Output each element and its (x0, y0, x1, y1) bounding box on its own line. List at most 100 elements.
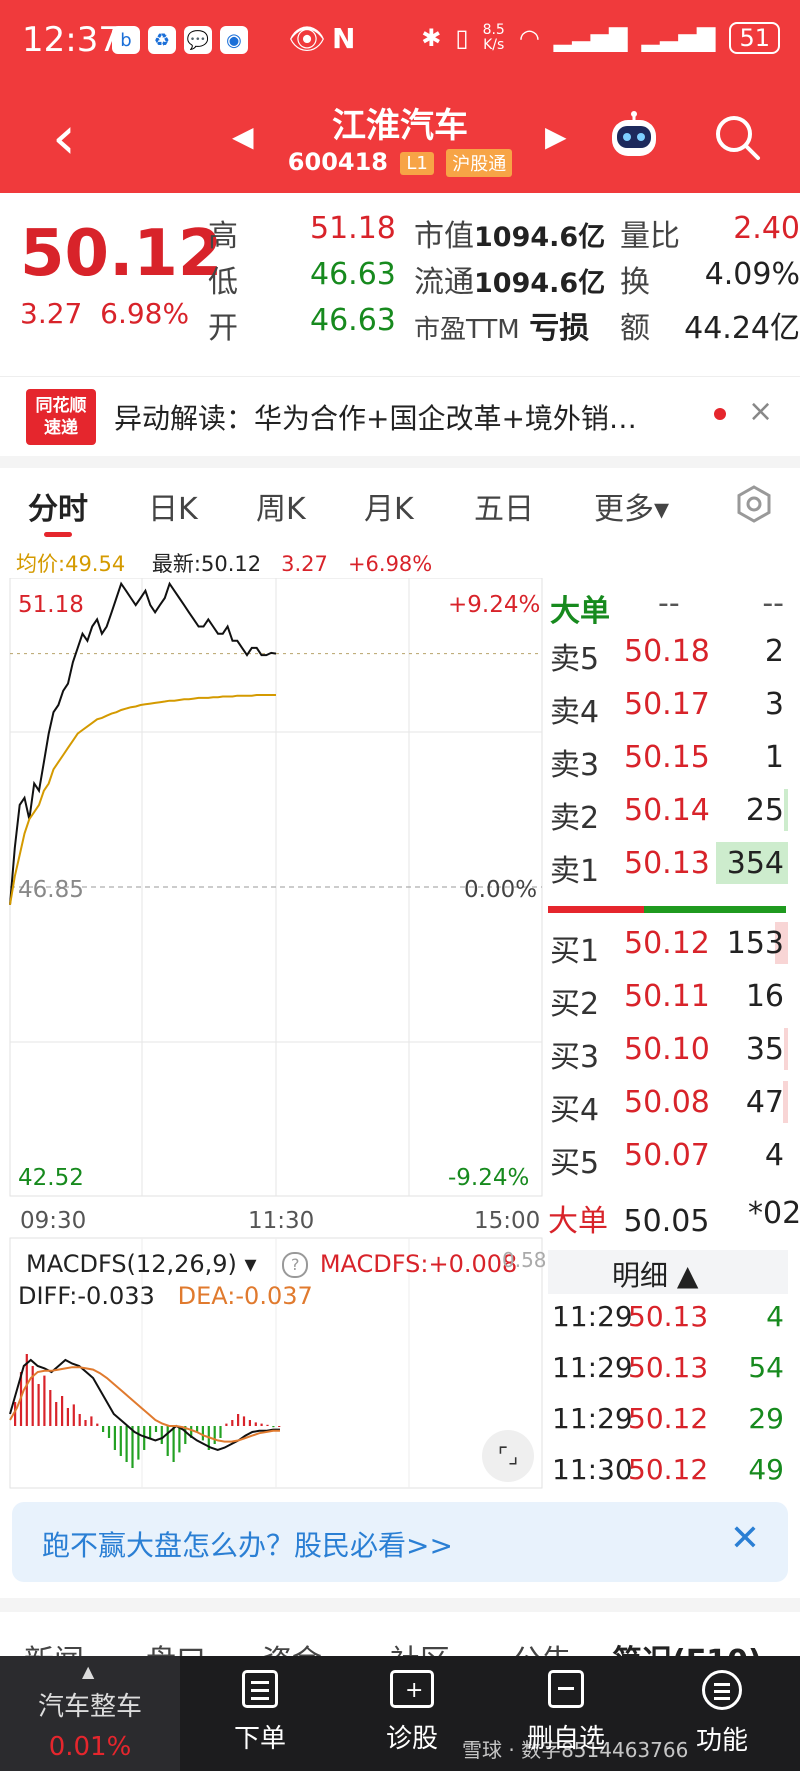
bid-row[interactable]: 买5 50.07 4 (548, 1130, 788, 1181)
float-label: 流通 (414, 265, 474, 300)
book-price: 50.15 (624, 740, 710, 775)
remove-icon (548, 1670, 584, 1708)
order-label: 下单 (233, 1724, 286, 1754)
promo-text[interactable]: 跑不赢大盘怎么办？股民必看>> (42, 1524, 453, 1564)
book-volume: 35 (745, 1032, 784, 1067)
tab-f10[interactable]: 简况(F10) (612, 1636, 762, 1656)
book-price: 50.13 (624, 846, 710, 881)
mktcap-value: 1094.6亿 (474, 222, 606, 253)
connect-tag: 沪股通 (446, 149, 513, 177)
order-book-header[interactable]: 大单 -- -- (548, 578, 788, 629)
macd-bar (49, 1390, 52, 1426)
book-volume: 47 (745, 1085, 784, 1120)
ask-row[interactable]: 卖3 50.15 1 (548, 732, 788, 783)
ask-row[interactable]: 卖1 50.13 354 (548, 838, 788, 889)
dea-value: DEA:-0.037 (177, 1282, 313, 1310)
notification-icons: b ♻ 💬 ◉ (112, 26, 248, 54)
expand-chart-button[interactable]: ⌜⌟ (482, 1430, 534, 1482)
sector-name: 汽车整车 (37, 1692, 142, 1722)
tab-weekly[interactable]: 周K (256, 484, 306, 528)
price-change: 3.27 6.98% (20, 297, 189, 330)
detail-header[interactable]: 明细 ▲ (548, 1250, 788, 1294)
bid-row[interactable]: 买2 50.11 16 (548, 971, 788, 1022)
stock-name: 江淮汽车 (332, 106, 468, 146)
next-stock-arrow-icon[interactable]: ▶ (545, 120, 567, 153)
big-order-suffix: *02 (748, 1196, 800, 1231)
info-change: 3.27 (281, 552, 328, 576)
book-volume: 2 (764, 634, 784, 669)
watermark: 雪球 · 数字8514463766 (462, 1738, 689, 1762)
news-ticker[interactable]: 同花顺 速递 异动解读：华为合作+国企改革+境外销… (0, 376, 800, 457)
book-divider-green (644, 906, 786, 913)
intraday-chart[interactable] (0, 578, 548, 1498)
promo-banner[interactable]: 跑不赢大盘怎么办？股民必看>> ✕ (12, 1502, 788, 1582)
nfc-icon: N (332, 22, 356, 55)
bid-row[interactable]: 买3 50.10 35 (548, 1024, 788, 1075)
sector-change: 0.01% (48, 1732, 132, 1762)
vol-ratio-label: 量比 (620, 219, 680, 254)
ask-row[interactable]: 卖4 50.17 3 (548, 679, 788, 730)
book-label: 卖1 (550, 854, 600, 889)
open-value: 46.63 (310, 303, 396, 338)
level-tag: L1 (400, 151, 434, 175)
change-pct: 6.98% (100, 297, 190, 330)
trade-volume: 4 (766, 1300, 784, 1333)
order-button[interactable]: 下单 (210, 1670, 310, 1755)
chart-settings-icon[interactable] (734, 484, 774, 524)
macd-bar (178, 1426, 181, 1453)
macd-bar (137, 1426, 140, 1460)
macd-bar (260, 1423, 263, 1426)
tab-five-day[interactable]: 五日 (474, 484, 534, 528)
ask-row[interactable]: 卖2 50.14 25 (548, 785, 788, 836)
chart-info-line: 均价:49.54 最新:50.12 3.27 +6.98% (16, 548, 432, 578)
robot-assistant-icon[interactable] (606, 110, 662, 162)
tab-monthly[interactable]: 月K (364, 484, 414, 528)
book-volume: 16 (745, 979, 784, 1014)
macd-bar (225, 1423, 228, 1426)
tab-news[interactable]: 新闻 (24, 1636, 84, 1656)
vol-ratio-value: 2.40 (733, 211, 800, 246)
status-bar: 12:37 b ♻ 💬 ◉ 👁 N ✱ ▯ 8.5 K/s ◠ ▂▃▅▇ ▂▃▅… (0, 0, 800, 90)
tab-daily[interactable]: 日K (148, 484, 198, 528)
diff-value: DIFF:-0.033 (18, 1282, 155, 1310)
search-icon[interactable] (712, 112, 762, 162)
book-label: 卖2 (550, 801, 600, 836)
bid-row[interactable]: 买4 50.08 47 (548, 1077, 788, 1128)
eye-icon: 👁 (288, 22, 327, 57)
tab-intraday[interactable]: 分时 (28, 484, 88, 528)
tab-orderbook[interactable]: 盘口 (146, 1636, 206, 1656)
help-icon[interactable]: ? (282, 1252, 309, 1278)
macd-bar (84, 1420, 87, 1426)
diagnose-button[interactable]: + 诊股 (362, 1670, 462, 1755)
book-divider-red (548, 906, 644, 913)
stock-header: ‹ ◀ 江淮汽车 600418 L1 沪股通 ▶ (0, 90, 800, 193)
news-close-icon[interactable]: × (748, 394, 773, 429)
turnover-label: 换 (620, 265, 650, 300)
book-price: -- (658, 586, 680, 621)
vibrate-icon: ▯ (455, 24, 469, 52)
sector-panel[interactable]: ▲ 汽车整车 0.01% (0, 1656, 180, 1771)
big-order-row[interactable]: 大单 50.05 *02 (548, 1196, 800, 1240)
book-label: 买1 (550, 934, 600, 969)
promo-close-icon[interactable]: ✕ (730, 1518, 760, 1559)
x-tick-mid: 11:30 (248, 1208, 315, 1234)
tab-more[interactable]: 更多▾ (594, 484, 669, 528)
macd-bar (278, 1426, 281, 1427)
ask-row[interactable]: 卖5 50.18 2 (548, 626, 788, 677)
tab-community[interactable]: 社区 (390, 1636, 450, 1656)
bid-row[interactable]: 买1 50.12 153 (548, 918, 788, 969)
macd-header[interactable]: MACDFS(12,26,9) ▾ ? MACDFS:+0.008 (26, 1250, 517, 1278)
news-text[interactable]: 异动解读：华为合作+国企改革+境外销… (114, 397, 637, 437)
book-volume: 354 (726, 846, 784, 881)
macd-bar (166, 1426, 169, 1456)
price-line (9, 581, 277, 905)
tab-announcements[interactable]: 公告 (512, 1636, 572, 1656)
detail-title: 明细 ▲ (612, 1259, 699, 1292)
macd-bar (272, 1426, 275, 1428)
tab-funds[interactable]: 资金 (262, 1636, 322, 1656)
macd-bar (61, 1396, 64, 1426)
menu-icon (702, 1670, 742, 1710)
macd-bar (78, 1414, 81, 1426)
unread-dot (714, 408, 726, 420)
book-price: 50.10 (624, 1032, 710, 1067)
